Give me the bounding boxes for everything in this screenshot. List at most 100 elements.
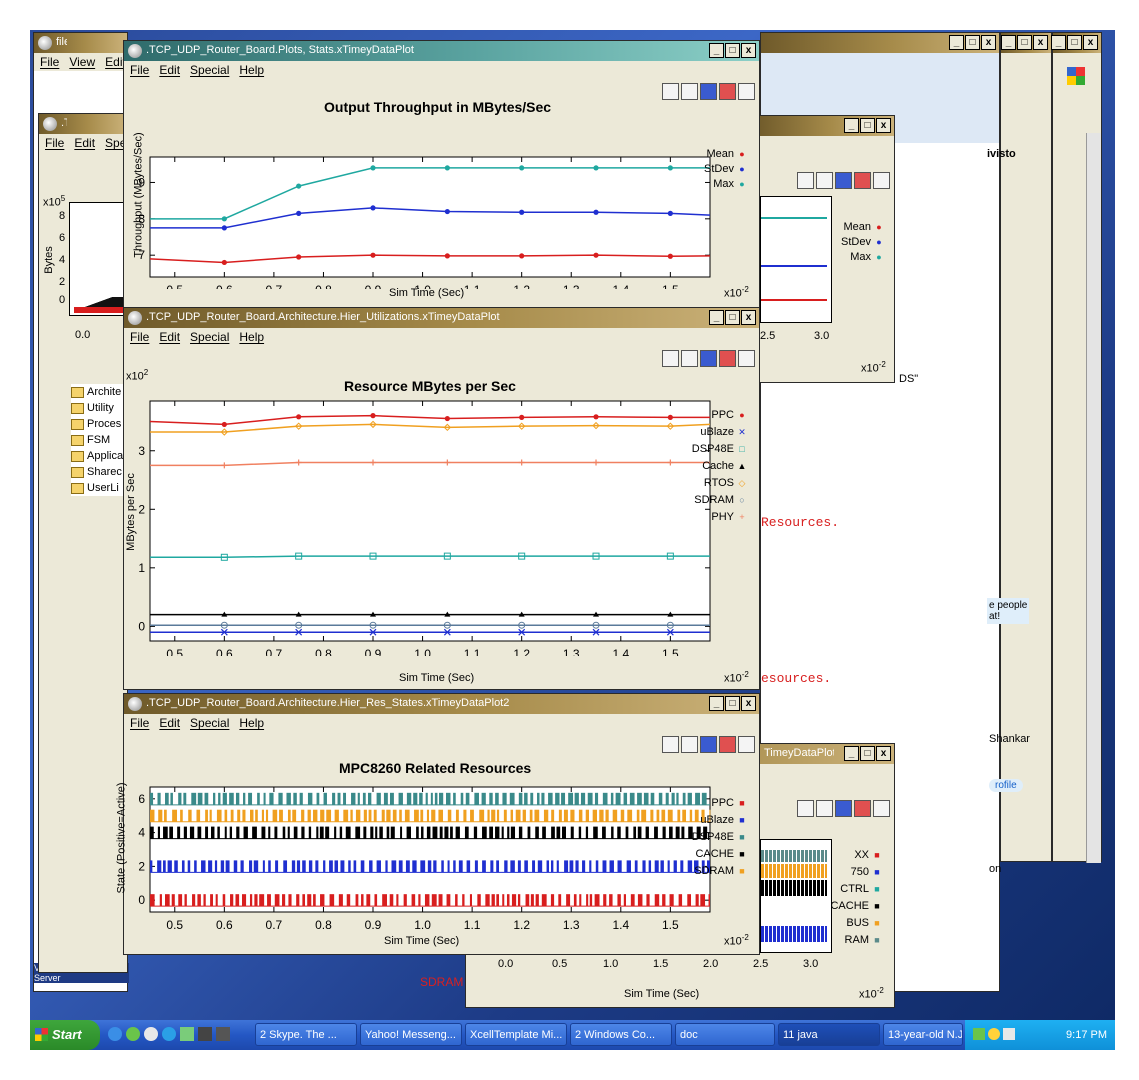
menu-help[interactable]: Help (239, 61, 264, 79)
save-icon[interactable] (816, 800, 833, 817)
state-bar-ppc (171, 894, 175, 907)
menu-file[interactable]: File (130, 328, 149, 346)
back-bottom-legend: XX ■ 750 ■ CTRL ■ CACHE ■ BUS ■ RAM ■ (830, 849, 880, 946)
menu-edit[interactable]: Edit (74, 134, 95, 152)
maximize-button[interactable]: □ (725, 696, 740, 711)
menu-file[interactable]: File (130, 714, 149, 732)
menu-help[interactable]: Help (239, 328, 264, 346)
menu-view[interactable]: View (69, 53, 95, 71)
window-resource[interactable]: .TCP_UDP_Router_Board.Architecture.Hier_… (123, 307, 760, 690)
window-back-right-plot[interactable]: _ □ x Mean ● StDev ● Max ● 2.5 3.0 x10-2 (755, 115, 895, 383)
menu-special[interactable]: Special (190, 61, 229, 79)
scrollbar[interactable] (1086, 133, 1101, 863)
taskbar-button-doc[interactable]: doc (675, 1023, 775, 1046)
app-icon[interactable] (216, 1027, 230, 1041)
tree-item[interactable]: Utility (71, 400, 127, 416)
state-bar-dsp48e (263, 792, 266, 805)
menu-special[interactable]: Special (190, 328, 229, 346)
skype-icon[interactable] (162, 1027, 176, 1041)
window-resource-titlebar[interactable]: .TCP_UDP_Router_Board.Architecture.Hier_… (124, 308, 759, 328)
profile-link[interactable]: rofile (989, 779, 1023, 792)
menu-special[interactable]: Special (190, 714, 229, 732)
messenger-icon[interactable] (988, 1028, 1000, 1040)
window-throughput[interactable]: .TCP_UDP_Router_Board.Plots, Stats.xTime… (123, 40, 760, 308)
taskbar-button-yahoo[interactable]: Yahoo! Messeng... (360, 1023, 462, 1046)
tree-item[interactable]: Applica (71, 448, 127, 464)
taskbar-button-windows[interactable]: 2 Windows Co... (570, 1023, 672, 1046)
network-icon[interactable] (973, 1028, 985, 1040)
window-mpc[interactable]: .TCP_UDP_Router_Board.Architecture.Hier_… (115, 693, 760, 955)
tree-item[interactable]: Archite (71, 384, 127, 400)
minimize-button[interactable]: _ (844, 746, 859, 761)
app-icon[interactable] (180, 1027, 194, 1041)
zoom-icon[interactable] (873, 172, 890, 189)
close-button[interactable]: x (741, 43, 756, 58)
state-bar-cache (334, 826, 337, 839)
app-icon[interactable] (126, 1027, 140, 1041)
state-bar-cache (681, 826, 685, 839)
tree-item[interactable]: UserLi (71, 480, 127, 496)
print-icon[interactable] (797, 172, 814, 189)
state-bar-dsp48e (594, 792, 599, 805)
tree-item[interactable]: Sharec (71, 464, 127, 480)
taskbar-button-java[interactable]: 11 java (778, 1023, 880, 1046)
maximize-button[interactable]: □ (725, 310, 740, 325)
menu-edit[interactable]: Edit (159, 714, 180, 732)
window-right-2-titlebar[interactable]: _ □ x (1051, 33, 1101, 53)
state-bar-cache (551, 826, 555, 839)
menu-file[interactable]: File (130, 61, 149, 79)
window-mpc-titlebar[interactable]: .TCP_UDP_Router_Board.Architecture.Hier_… (124, 694, 759, 714)
window-back-right-titlebar[interactable]: _ □ x (756, 116, 894, 136)
minimize-button[interactable]: _ (709, 696, 724, 711)
window-right-1-titlebar[interactable]: _ □ x (1001, 33, 1051, 53)
menu-help[interactable]: Help (239, 714, 264, 732)
ie-icon[interactable] (108, 1027, 122, 1041)
menu-file[interactable]: File (45, 134, 64, 152)
close-button[interactable]: x (741, 310, 756, 325)
window-file-browser-titlebar[interactable]: file:/D:/Visual (34, 33, 127, 53)
chart-icon[interactable] (854, 172, 871, 189)
app-icon[interactable] (198, 1027, 212, 1041)
state-bar-dsp48e (587, 792, 593, 805)
taskbar-button-skype[interactable]: 2 Skype. The ... (255, 1023, 357, 1046)
taskbar-button-xcell[interactable]: XcellTemplate Mi... (465, 1023, 567, 1046)
window-background-main-titlebar[interactable]: _ □ x (761, 33, 999, 53)
state-bar-dsp48e (257, 792, 260, 805)
state-bar-ppc (623, 894, 626, 907)
back-right-plot-area (760, 196, 832, 323)
maximize-button[interactable]: □ (725, 43, 740, 58)
chart-icon[interactable] (854, 800, 871, 817)
tree-item[interactable]: FSM (71, 432, 127, 448)
volume-icon[interactable] (1003, 1028, 1015, 1040)
state-bar-cache (370, 826, 374, 839)
state-bar-cache (308, 826, 312, 839)
save-icon[interactable] (816, 172, 833, 189)
taskbar-button-ie[interactable]: 13-year-old N.J. ... (883, 1023, 963, 1046)
window-bytes-plot-titlebar[interactable]: .TCP_UDP_R (39, 114, 127, 134)
zoom-icon[interactable] (873, 800, 890, 817)
close-button[interactable]: x (876, 746, 891, 761)
state-bar-cache (375, 826, 378, 839)
menu-edit[interactable]: Edit (159, 61, 180, 79)
zoom-icon[interactable] (738, 736, 755, 753)
minimize-button[interactable]: _ (709, 43, 724, 58)
state-bar-ppc (222, 894, 226, 907)
data-point (667, 210, 673, 216)
back-icon[interactable] (835, 172, 852, 189)
zoom-icon[interactable] (738, 83, 755, 100)
tree-item[interactable]: Proces (71, 416, 127, 432)
state-bar-dsp48e (150, 792, 154, 805)
close-button[interactable]: x (741, 696, 756, 711)
maximize-button[interactable]: □ (860, 746, 875, 761)
menu-file[interactable]: File (40, 53, 59, 71)
minimize-button[interactable]: _ (709, 310, 724, 325)
state-bar-ppc (462, 894, 465, 907)
print-icon[interactable] (797, 800, 814, 817)
start-button[interactable]: Start (30, 1020, 100, 1050)
app-icon[interactable] (144, 1027, 158, 1041)
window-throughput-titlebar[interactable]: .TCP_UDP_Router_Board.Plots, Stats.xTime… (124, 41, 759, 61)
zoom-icon[interactable] (738, 350, 755, 367)
window-right-2[interactable]: _ □ x (1051, 32, 1102, 863)
menu-edit[interactable]: Edit (159, 328, 180, 346)
back-icon[interactable] (835, 800, 852, 817)
